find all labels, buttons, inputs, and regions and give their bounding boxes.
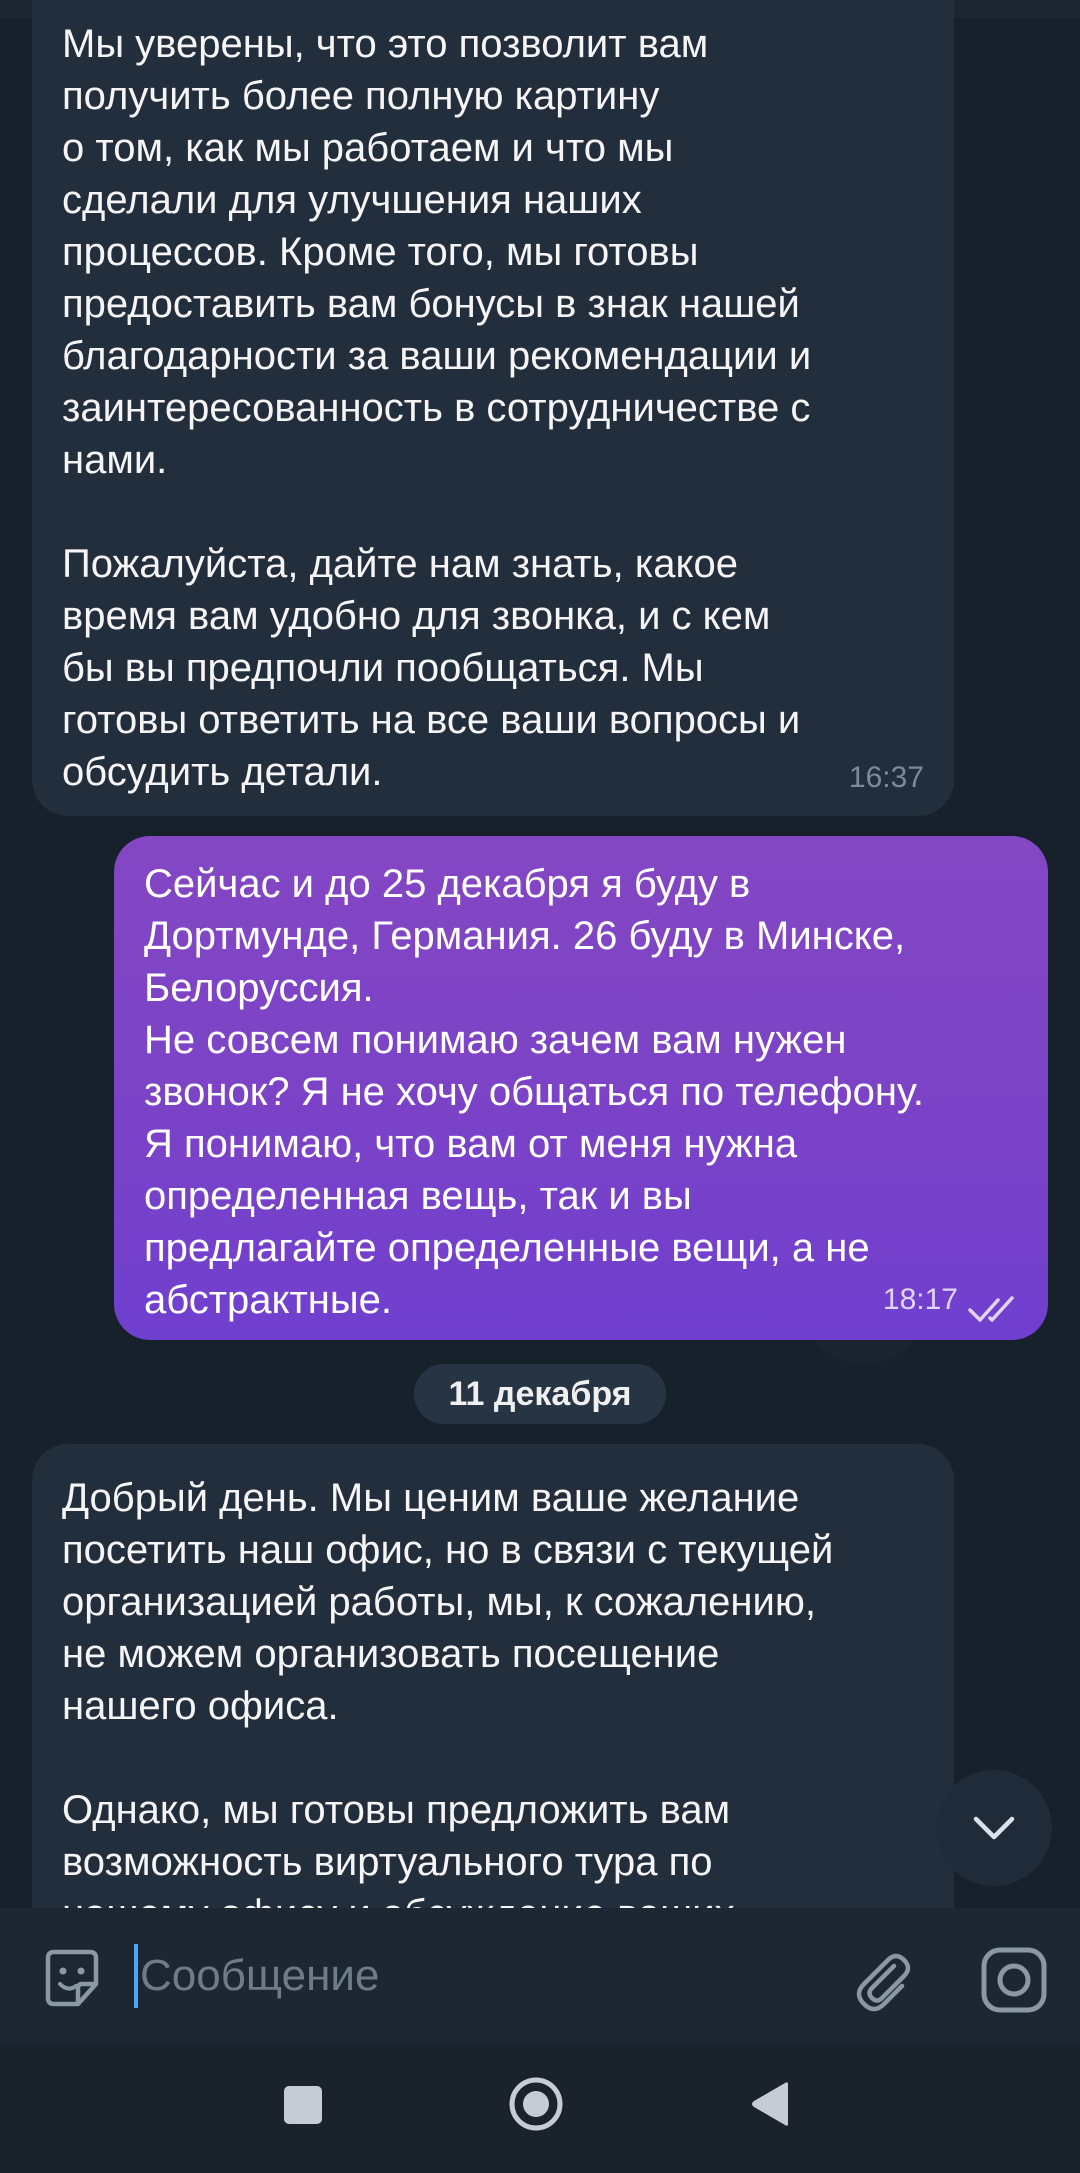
camera-button[interactable] [978,1944,1050,2016]
message-text: Сейчас и до 25 декабря я буду в Дортмунд… [144,862,925,1322]
system-navigation-bar [0,2044,1080,2173]
message-text: Мы уверены, что это позволит вам получит… [62,22,812,794]
telegram-chat-screen: Мы уверены, что это позволит вам получит… [0,0,1080,2173]
sticker-emoji-icon [45,1949,99,2007]
chevron-down-icon [973,1816,1015,1840]
outgoing-message[interactable]: Сейчас и до 25 декабря я буду в Дортмунд… [114,836,1048,1340]
paperclip-icon [856,1953,911,2012]
instagram-camera-icon [981,1947,1047,2013]
message-text: Добрый день. Мы ценим ваше желание посет… [62,1476,834,1908]
message-list[interactable]: Мы уверены, что это позволит вам получит… [0,0,1080,1908]
incoming-message[interactable]: Добрый день. Мы ценим ваше желание посет… [32,1444,954,1908]
incoming-message[interactable]: Мы уверены, что это позволит вам получит… [32,0,954,816]
recent-apps-icon[interactable] [282,2084,324,2126]
scroll-down-button[interactable] [936,1770,1052,1886]
message-time: 18:17 [882,1283,958,1316]
text-caret [134,1944,138,2008]
home-icon[interactable] [508,2076,564,2132]
message-time: 16:37 [848,761,924,794]
emoji-button[interactable] [38,1944,106,2012]
double-check-icon [968,1296,1014,1322]
date-separator: 11 декабря [414,1364,666,1424]
message-input-placeholder: Сообщение [140,1951,380,2000]
message-composer: Сообщение [0,1908,1080,2044]
attach-button[interactable] [846,1944,918,2016]
message-input[interactable]: Сообщение [134,1938,834,2014]
back-icon[interactable] [748,2080,792,2128]
